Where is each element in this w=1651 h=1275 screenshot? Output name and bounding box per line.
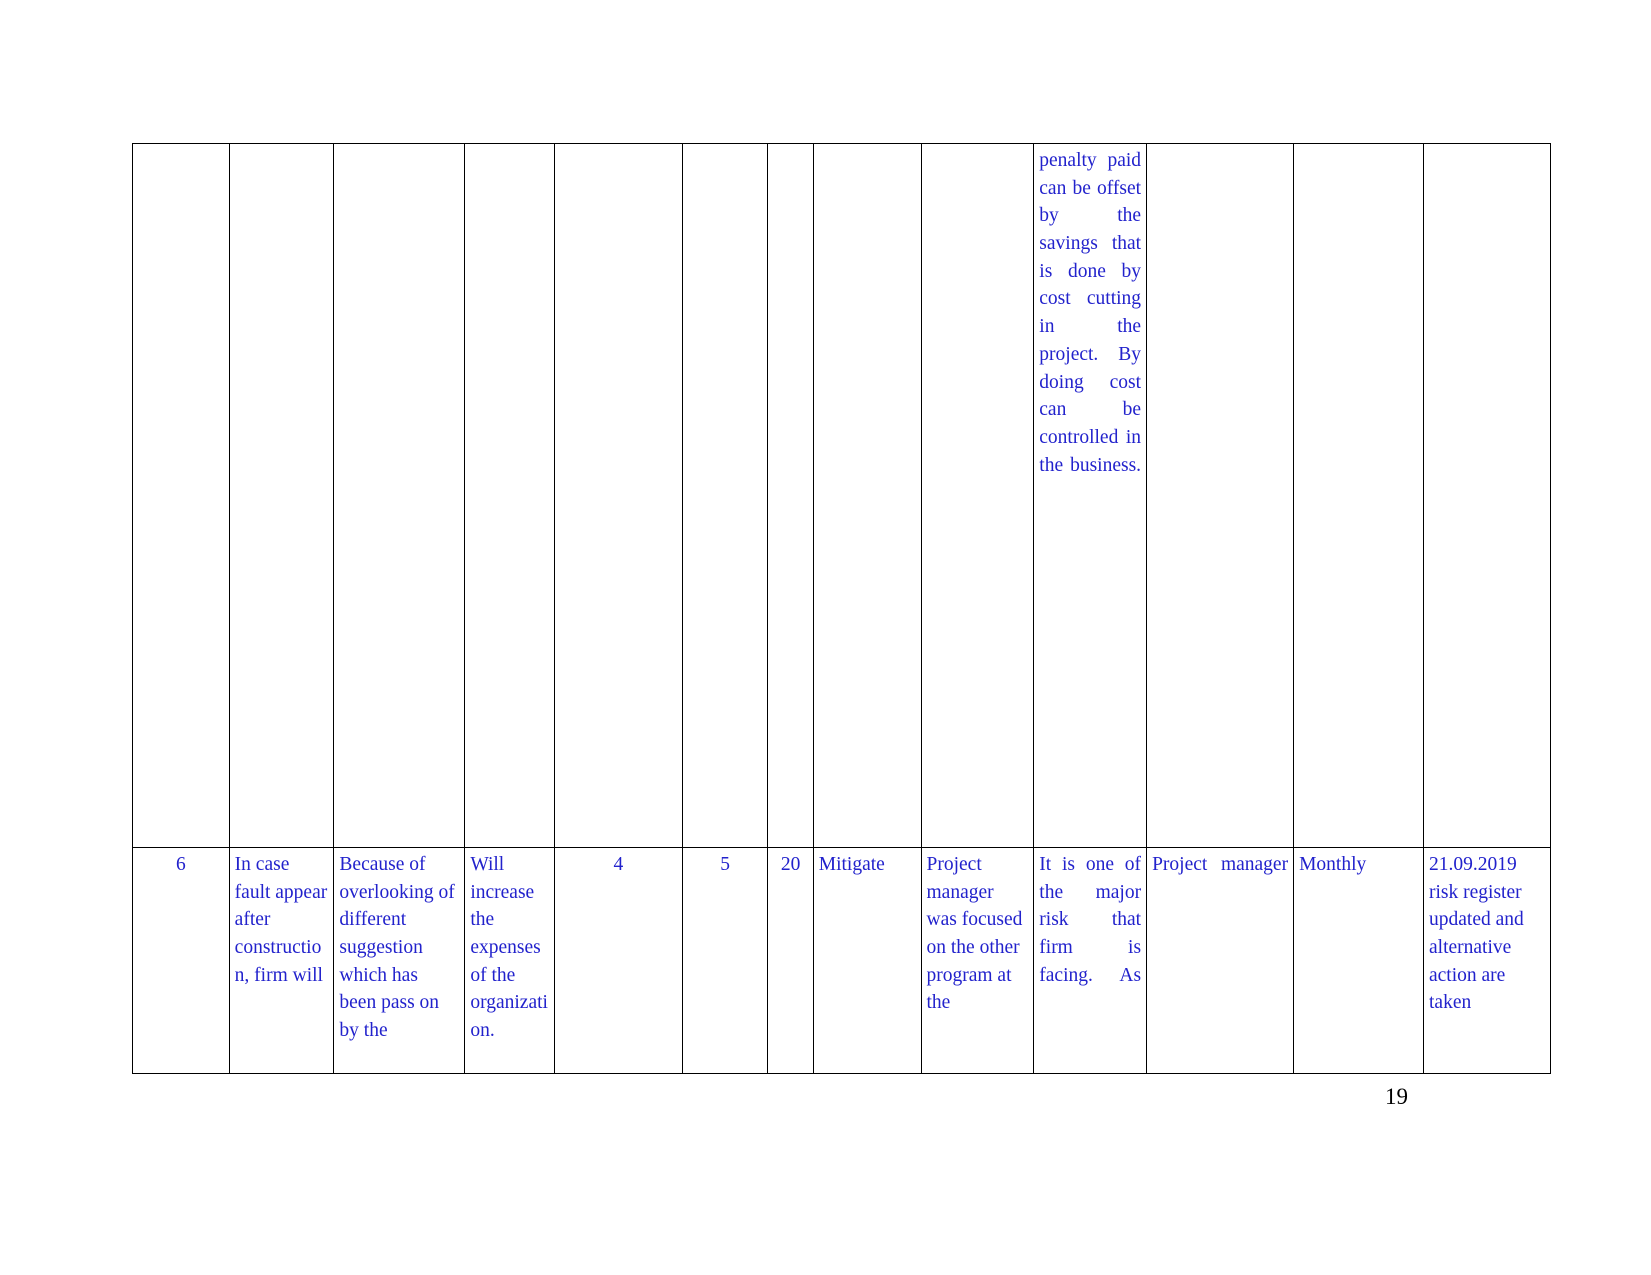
cell-impact-empty	[681, 143, 769, 848]
cell-owner: Project manager was focused on the other…	[920, 847, 1035, 1074]
cell-score-empty	[767, 143, 814, 848]
cell-cause-empty	[333, 143, 466, 848]
cell-cause: Because of overlooking of different sugg…	[333, 847, 466, 1074]
risk-register-table: penalty paid can be offset by the saving…	[132, 143, 1551, 1074]
table-row: 6 In case fault appear after constructio…	[132, 847, 1551, 1074]
document-page: penalty paid can be offset by the saving…	[0, 0, 1651, 1275]
cell-owner-empty	[920, 143, 1035, 848]
cell-frequency-empty	[1293, 143, 1424, 848]
cell-probability-empty	[553, 143, 683, 848]
cell-description-overflow: penalty paid can be offset by the saving…	[1033, 143, 1148, 848]
cell-status: 21.09.2019 risk register updated and alt…	[1423, 847, 1551, 1074]
cell-frequency: Monthly	[1293, 847, 1424, 1074]
cell-score: 20	[767, 847, 814, 1074]
cell-risk-empty	[228, 143, 335, 848]
cell-status-empty	[1423, 143, 1551, 848]
cell-response-empty	[812, 143, 922, 848]
cell-impact: 5	[681, 847, 769, 1074]
action-text: Project manager	[1152, 854, 1289, 875]
cell-number-empty	[132, 143, 230, 848]
cell-action-empty	[1146, 143, 1295, 848]
cell-risk: In case fault appear after construction,…	[228, 847, 335, 1074]
page-number: 19	[1385, 1084, 1408, 1109]
cell-action: Project manager	[1146, 847, 1295, 1074]
cell-probability: 4	[553, 847, 683, 1074]
cell-description: It is one of the major risk that firm is…	[1033, 847, 1148, 1074]
cell-number: 6	[132, 847, 230, 1074]
description-overflow-text: penalty paid can be offset by the saving…	[1039, 150, 1142, 476]
cell-effect: Will increase the expenses of the organi…	[464, 847, 555, 1074]
table-row-continuation: penalty paid can be offset by the saving…	[132, 143, 1551, 848]
cell-response: Mitigate	[812, 847, 922, 1074]
description-text: It is one of the major risk that firm is…	[1039, 854, 1142, 986]
cell-effect-empty	[464, 143, 555, 848]
